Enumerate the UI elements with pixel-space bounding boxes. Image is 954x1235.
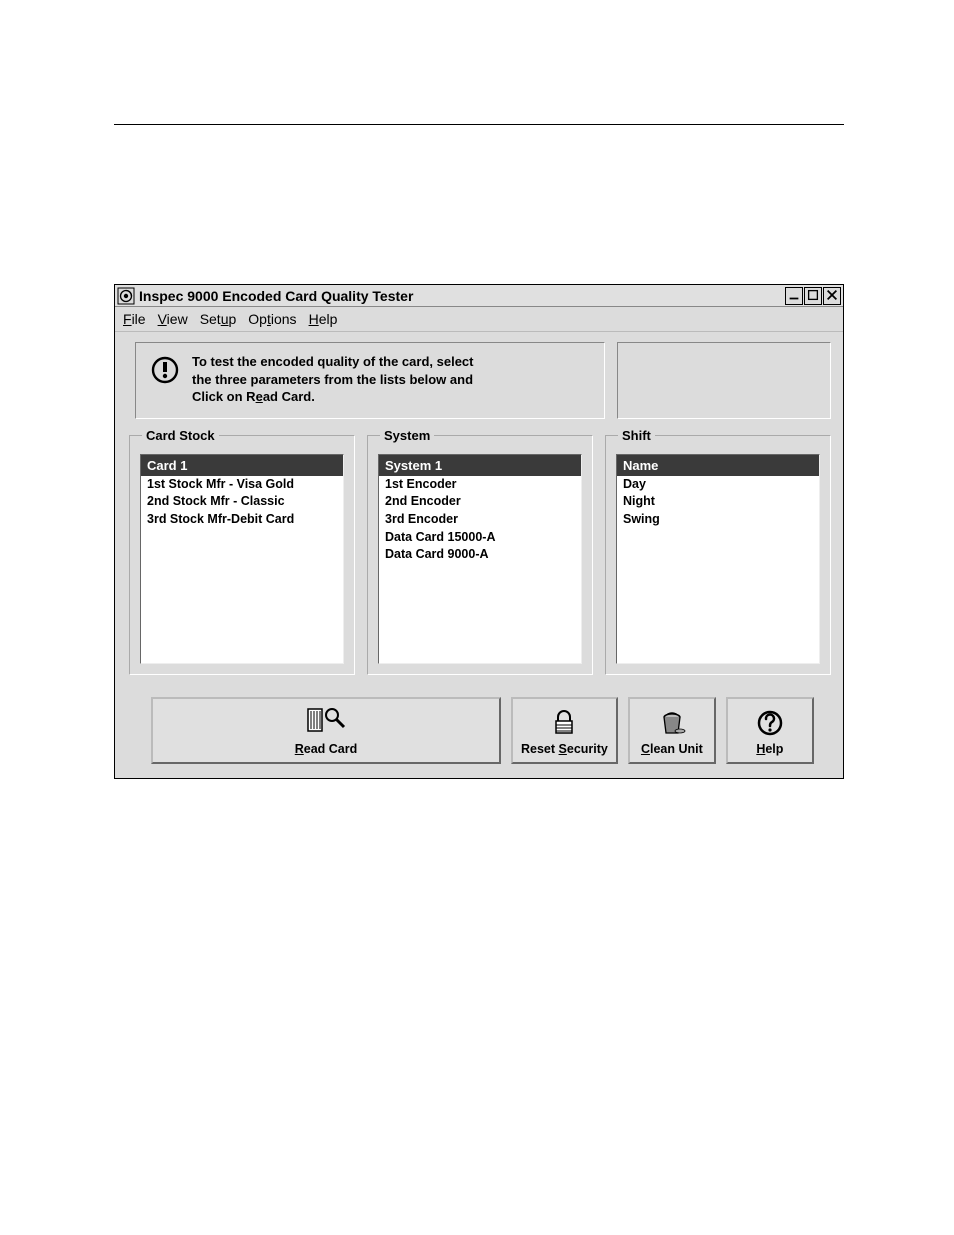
list-header-system: System 1 [379, 455, 581, 476]
minimize-button[interactable] [785, 287, 803, 305]
menu-options[interactable]: Options [248, 311, 296, 327]
page-divider [114, 124, 844, 125]
exclamation-icon [150, 355, 180, 385]
list-header-shift: Name [617, 455, 819, 476]
menu-file-accelerator: F [123, 311, 132, 327]
bucket-icon [658, 709, 686, 740]
menu-setup-accelerator: u [221, 311, 229, 327]
group-label-shift: Shift [618, 428, 655, 443]
list-item[interactable]: 3rd Encoder [379, 511, 581, 529]
list-item[interactable]: 2nd Encoder [379, 493, 581, 511]
close-button[interactable] [823, 287, 841, 305]
help-label: Help [756, 742, 783, 756]
info-row: To test the encoded quality of the card,… [115, 332, 843, 423]
group-label-card-stock: Card Stock [142, 428, 219, 443]
list-item[interactable]: 3rd Stock Mfr-Debit Card [141, 511, 343, 529]
instruction-line-2: the three parameters from the lists belo… [192, 371, 473, 389]
lock-icon [550, 709, 578, 740]
question-icon [756, 709, 784, 740]
reset-security-button[interactable]: Reset Security [511, 697, 618, 764]
status-panel [617, 342, 831, 419]
read-card-button[interactable]: Read Card [151, 697, 501, 764]
list-item[interactable]: 2nd Stock Mfr - Classic [141, 493, 343, 511]
menu-setup[interactable]: Setup [200, 311, 237, 327]
list-item[interactable]: 1st Stock Mfr - Visa Gold [141, 476, 343, 494]
menu-view-accelerator: V [158, 311, 167, 327]
menu-help-accelerator: H [309, 311, 319, 327]
window-title: Inspec 9000 Encoded Card Quality Tester [139, 288, 784, 304]
group-shift: Shift Name Day Night Swing [605, 435, 831, 675]
clean-unit-label: Clean Unit [641, 742, 703, 756]
menu-view[interactable]: View [158, 311, 188, 327]
application-window: Inspec 9000 Encoded Card Quality Tester … [114, 284, 844, 779]
list-header-card-stock: Card 1 [141, 455, 343, 476]
group-system: System System 1 1st Encoder 2nd Encoder … [367, 435, 593, 675]
list-item[interactable]: Day [617, 476, 819, 494]
listbox-system[interactable]: System 1 1st Encoder 2nd Encoder 3rd Enc… [378, 454, 582, 664]
titlebar: Inspec 9000 Encoded Card Quality Tester [115, 285, 843, 307]
read-card-label: Read Card [295, 742, 358, 756]
instruction-panel: To test the encoded quality of the card,… [135, 342, 605, 419]
listbox-shift[interactable]: Name Day Night Swing [616, 454, 820, 664]
window-controls [784, 287, 841, 305]
menu-help[interactable]: Help [309, 311, 338, 327]
list-item[interactable]: Night [617, 493, 819, 511]
list-item[interactable]: Data Card 9000-A [379, 546, 581, 564]
app-icon [117, 287, 135, 305]
clean-unit-button[interactable]: Clean Unit [628, 697, 716, 764]
instruction-line-1: To test the encoded quality of the card,… [192, 353, 473, 371]
list-item[interactable]: 1st Encoder [379, 476, 581, 494]
list-item[interactable]: Data Card 15000-A [379, 529, 581, 547]
group-card-stock: Card Stock Card 1 1st Stock Mfr - Visa G… [129, 435, 355, 675]
instruction-text: To test the encoded quality of the card,… [192, 353, 473, 406]
menu-file-rest: ile [132, 311, 146, 327]
reset-security-label: Reset Security [521, 742, 608, 756]
lists-row: Card Stock Card 1 1st Stock Mfr - Visa G… [115, 423, 843, 687]
menubar: File View Setup Options Help [115, 307, 843, 332]
menu-file[interactable]: File [123, 311, 146, 327]
help-button[interactable]: Help [726, 697, 814, 764]
maximize-button[interactable] [804, 287, 822, 305]
buttons-row: Read Card Reset Security [115, 687, 843, 778]
list-item[interactable]: Swing [617, 511, 819, 529]
listbox-card-stock[interactable]: Card 1 1st Stock Mfr - Visa Gold 2nd Sto… [140, 454, 344, 664]
card-reader-icon [306, 705, 346, 740]
group-label-system: System [380, 428, 434, 443]
instruction-line-3: Click on Read Card. [192, 388, 473, 406]
